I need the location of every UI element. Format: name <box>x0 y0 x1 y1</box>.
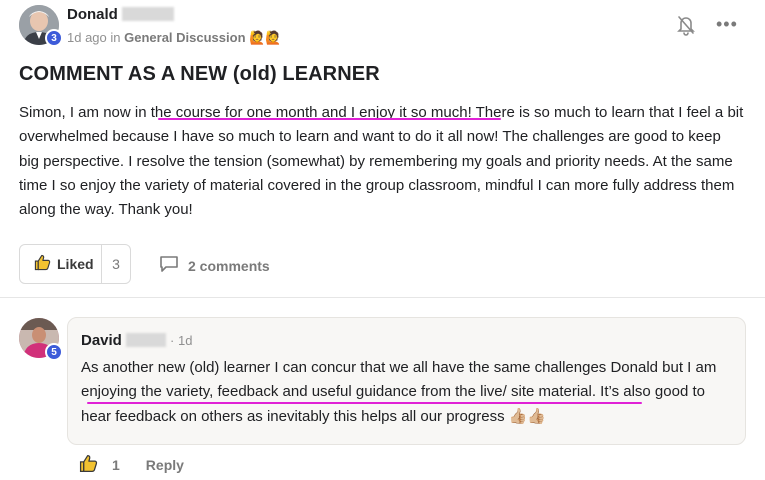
thumbs-emoji: 👍🏼👍🏼 <box>508 407 547 425</box>
post-author-name[interactable]: Donald <box>67 6 174 23</box>
post-body-text-start: Simon, I am now in t <box>19 104 155 121</box>
post-body-text-end: There is so much to learn that I feel a … <box>19 104 744 219</box>
reply-body-text-start: As another new (old) learner I can concu… <box>81 359 696 376</box>
author-level-badge: 3 <box>45 29 63 47</box>
reply-actions: 1 Reply <box>79 454 184 476</box>
reply-author-level-badge: 5 <box>45 343 63 361</box>
post-author-first-name[interactable]: Donald <box>67 6 118 23</box>
reply-author-name[interactable]: David · 1d <box>81 332 192 349</box>
like-count[interactable]: 3 <box>102 256 130 272</box>
post-category-link[interactable]: General Discussion <box>124 30 245 45</box>
reply-timestamp: · 1d <box>170 333 193 348</box>
category-emoji: 🙋🙋 <box>249 30 282 45</box>
like-button[interactable]: Liked <box>20 245 102 283</box>
thumbs-up-icon <box>34 254 51 274</box>
reply-like-count[interactable]: 1 <box>112 457 120 473</box>
bell-off-icon[interactable] <box>676 14 696 36</box>
like-label: Liked <box>57 256 94 272</box>
comments-count-label: 2 comments <box>188 257 270 274</box>
more-horizontal-icon[interactable]: ••• <box>716 14 738 35</box>
comments-link[interactable]: 2 comments <box>159 255 270 276</box>
section-divider <box>0 297 765 298</box>
redacted-surname <box>125 333 166 347</box>
post-highlight-underline <box>158 118 501 120</box>
reply-button[interactable]: Reply <box>146 457 184 473</box>
like-button-group[interactable]: Liked 3 <box>19 244 131 284</box>
reply-highlight-underline <box>87 402 642 404</box>
comment-icon <box>159 255 179 276</box>
post-title: COMMENT AS A NEW (old) LEARNER <box>19 63 380 85</box>
reply-body: As another new (old) learner I can concu… <box>81 356 736 429</box>
redacted-surname <box>121 7 174 21</box>
reply-author-first-name[interactable]: David <box>81 332 122 349</box>
post-meta: 1d ago in General Discussion 🙋🙋 <box>67 30 282 46</box>
post-time-ago: 1d ago in <box>67 30 121 45</box>
thumbs-up-icon[interactable] <box>79 454 98 476</box>
